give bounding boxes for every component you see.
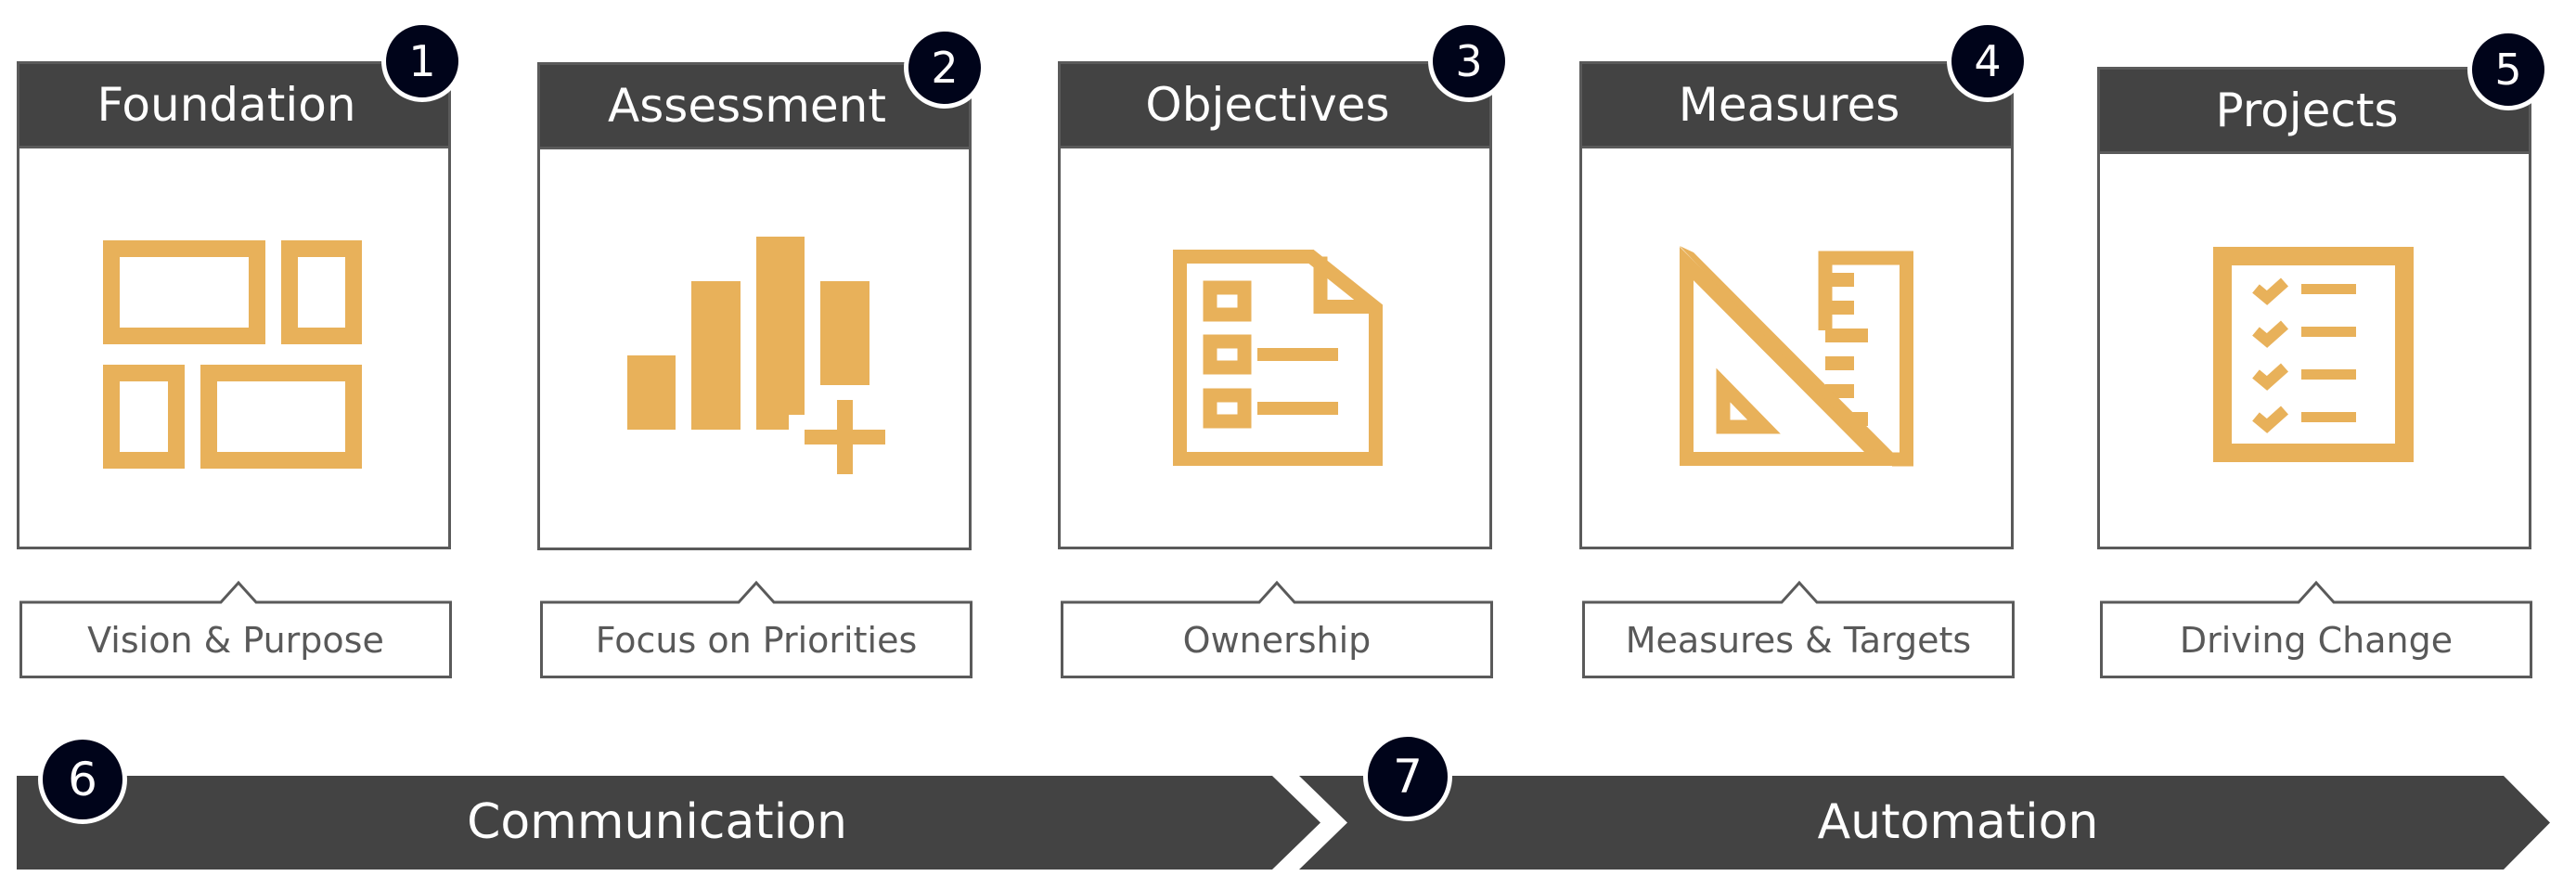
step-title: Assessment [608, 79, 886, 133]
bar-chart-plus-icon [627, 237, 885, 474]
ruler-triangle-icon [1680, 246, 1913, 467]
step-caption: Measures & Targets [1625, 620, 1972, 661]
step-caption-projects: Driving Change [2100, 580, 2532, 678]
step-body [1579, 148, 2014, 549]
step-number-badge: 4 [1947, 20, 2029, 102]
communication-arrow: Communication [17, 776, 1325, 870]
automation-arrow: Automation [1299, 776, 2552, 870]
step-number-badge: 2 [904, 27, 985, 109]
step-number-badge: 5 [2467, 29, 2549, 110]
step-header: Projects [2097, 67, 2531, 154]
step-title: Foundation [97, 78, 356, 132]
step-number-badge: 1 [381, 20, 463, 102]
step-caption-objectives: Ownership [1061, 580, 1493, 678]
step-title: Projects [2215, 84, 2399, 137]
step-body [537, 149, 972, 550]
checklist-document-icon [1173, 250, 1383, 466]
strategy-framework-diagram: Foundation 1 Vision & Purpose Assessment [0, 0, 2576, 889]
layout-grid-icon [103, 240, 362, 469]
arrow-label: Communication [467, 794, 847, 850]
step-number-badge: 6 [38, 735, 127, 824]
step-body [2097, 154, 2531, 549]
step-title: Measures [1678, 78, 1900, 132]
arrow-label: Automation [1817, 794, 2099, 850]
step-caption-measures: Measures & Targets [1582, 580, 2015, 678]
step-number-badge: 3 [1428, 20, 1510, 102]
step-caption-assessment: Focus on Priorities [540, 580, 972, 678]
step-number-badge: 7 [1363, 732, 1452, 821]
step-caption: Ownership [1182, 620, 1372, 661]
step-caption: Driving Change [2179, 620, 2454, 661]
step-caption: Vision & Purpose [87, 620, 384, 661]
step-header: Objectives [1058, 61, 1492, 148]
step-body [1058, 148, 1492, 549]
step-body [17, 148, 451, 549]
step-title: Objectives [1145, 78, 1390, 132]
step-caption-foundation: Vision & Purpose [19, 580, 452, 678]
clipboard-checklist-icon [2213, 247, 2414, 462]
step-caption: Focus on Priorities [595, 620, 918, 661]
